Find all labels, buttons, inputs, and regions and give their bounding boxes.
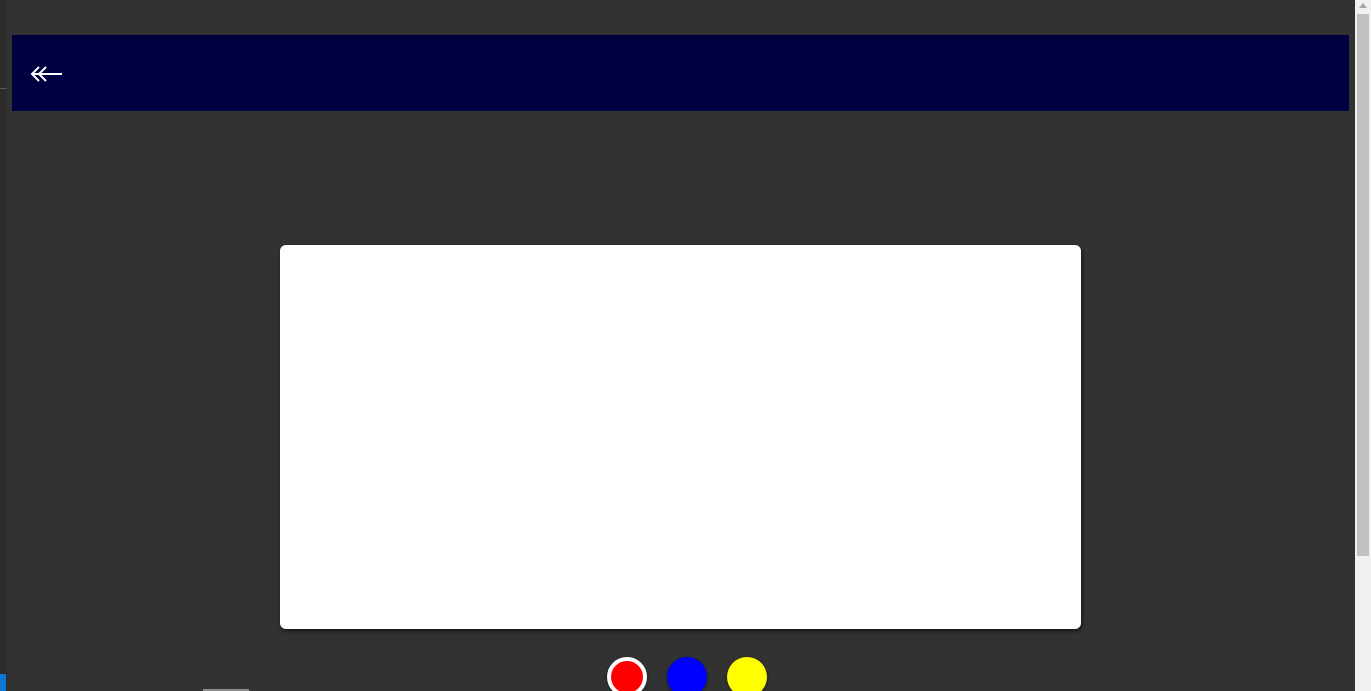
scroll-up-arrow-icon[interactable] bbox=[1359, 3, 1367, 8]
drawing-canvas[interactable] bbox=[280, 245, 1081, 629]
window-edge-mark bbox=[0, 88, 7, 89]
vertical-scrollbar[interactable] bbox=[1355, 0, 1371, 691]
window-left-edge bbox=[0, 0, 7, 691]
back-button[interactable] bbox=[26, 59, 66, 89]
scrollbar-thumb[interactable] bbox=[1357, 14, 1369, 556]
double-arrow-left-icon bbox=[30, 66, 62, 82]
window-edge-accent bbox=[0, 674, 6, 691]
color-palette bbox=[606, 657, 776, 691]
app-page bbox=[0, 0, 1371, 691]
color-swatch-blue[interactable] bbox=[667, 657, 707, 691]
top-bar bbox=[12, 35, 1349, 111]
color-swatch-red[interactable] bbox=[607, 657, 647, 691]
color-swatch-yellow[interactable] bbox=[727, 657, 767, 691]
